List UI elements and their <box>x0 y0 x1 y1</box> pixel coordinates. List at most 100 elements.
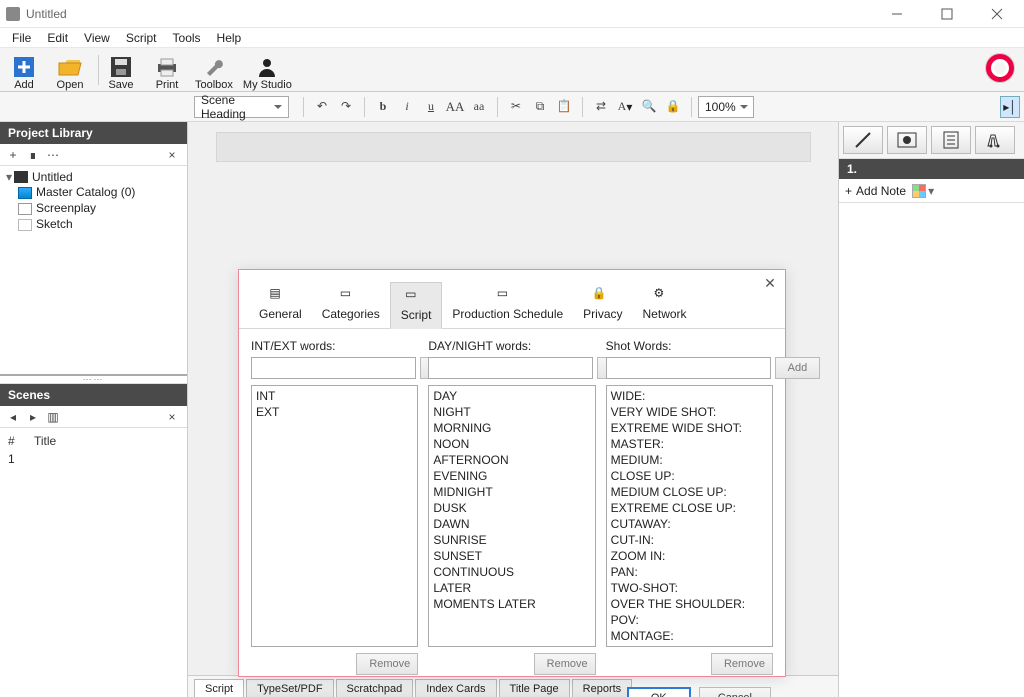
list-item[interactable]: EVENING <box>433 468 590 484</box>
dialog-tab-privacy[interactable]: 🔒Privacy <box>573 282 632 328</box>
list-item[interactable]: LATER <box>433 580 590 596</box>
dual-dialog-button[interactable]: ⇄ <box>589 96 613 118</box>
uppercase-button[interactable]: AA <box>443 96 467 118</box>
window-maximize-button[interactable] <box>930 4 964 24</box>
intext-remove-button[interactable]: Remove <box>356 653 418 675</box>
list-item[interactable]: NIGHT <box>433 404 590 420</box>
dialog-tab-categories[interactable]: ▭Categories <box>312 282 390 328</box>
dialog-tab-schedule[interactable]: ▭Production Schedule <box>442 282 573 328</box>
list-item[interactable]: AFTERNOON <box>433 452 590 468</box>
dialog-tab-script[interactable]: ▭Script <box>390 282 443 329</box>
cancel-button[interactable]: Cancel <box>699 687 771 697</box>
menu-edit[interactable]: Edit <box>39 29 76 47</box>
notes-area[interactable] <box>839 203 1024 697</box>
list-item[interactable]: DUSK <box>433 500 590 516</box>
list-item[interactable]: MONTAGE: <box>611 628 768 644</box>
list-item[interactable]: OVER THE SHOULDER: <box>611 596 768 612</box>
lock-button[interactable]: 🔒 <box>661 96 685 118</box>
tab-script[interactable]: Script <box>194 679 244 697</box>
list-item[interactable]: MEDIUM CLOSE UP: <box>611 484 768 500</box>
window-close-button[interactable] <box>980 4 1014 24</box>
dialog-close-button[interactable]: ✕ <box>761 274 779 292</box>
intext-input[interactable] <box>251 357 416 379</box>
font-size-button[interactable]: A▾ <box>613 96 637 118</box>
window-minimize-button[interactable] <box>880 4 914 24</box>
undo-button[interactable]: ↶ <box>310 96 334 118</box>
list-item[interactable]: INT <box>256 388 413 404</box>
mystudio-button[interactable]: My Studio <box>243 55 292 91</box>
add-note-button[interactable]: Add Note <box>856 184 906 198</box>
lowercase-button[interactable]: aa <box>467 96 491 118</box>
daynight-list[interactable]: DAYNIGHTMORNINGNOONAFTERNOONEVENINGMIDNI… <box>428 385 595 647</box>
media-tab[interactable] <box>887 126 927 154</box>
list-item[interactable]: MIDNIGHT <box>433 484 590 500</box>
notes-tab[interactable] <box>843 126 883 154</box>
menu-script[interactable]: Script <box>118 29 165 47</box>
list-item[interactable]: WIDE: <box>611 388 768 404</box>
help-lifering-icon[interactable] <box>986 54 1014 82</box>
list-item[interactable]: SUNRISE <box>433 532 590 548</box>
scenes-list[interactable]: #Title 1 <box>0 428 187 697</box>
add-button[interactable]: Add <box>6 55 42 91</box>
list-item[interactable]: EXTREME WIDE SHOT: <box>611 420 768 436</box>
project-tree[interactable]: ▾Untitled Master Catalog (0) Screenplay … <box>0 166 187 376</box>
scene-row[interactable]: 1 <box>4 450 183 468</box>
shotwords-add-button[interactable]: Add <box>775 357 821 379</box>
cut-button[interactable]: ✂ <box>504 96 528 118</box>
scenes-next-button[interactable]: ▸ <box>24 408 42 426</box>
breakdown-tab[interactable] <box>931 126 971 154</box>
redo-button[interactable]: ↷ <box>334 96 358 118</box>
menu-file[interactable]: File <box>4 29 39 47</box>
dialog-tab-general[interactable]: ▤General <box>249 282 312 328</box>
shotwords-remove-button[interactable]: Remove <box>711 653 773 675</box>
list-item[interactable]: DAWN <box>433 516 590 532</box>
tree-item[interactable]: Sketch <box>18 216 185 232</box>
list-item[interactable]: NOON <box>433 436 590 452</box>
paste-button[interactable]: 📋 <box>552 96 576 118</box>
paragraph-style-dropdown[interactable]: Scene Heading <box>194 96 289 118</box>
scenes-prev-button[interactable]: ◂ <box>4 408 22 426</box>
list-item[interactable]: CLOSE UP: <box>611 468 768 484</box>
zoom-dropdown[interactable]: 100% <box>698 96 754 118</box>
list-item[interactable]: POV: <box>611 612 768 628</box>
library-add-button[interactable]: + <box>4 146 22 164</box>
save-button[interactable]: Save <box>103 55 139 91</box>
catalog-tab[interactable] <box>975 126 1015 154</box>
menu-view[interactable]: View <box>76 29 118 47</box>
sidebar-toggle-button[interactable]: ▸│ <box>1000 96 1020 118</box>
list-item[interactable]: CUTAWAY: <box>611 516 768 532</box>
list-item[interactable]: EXT <box>256 404 413 420</box>
ok-button[interactable]: OK <box>627 687 691 697</box>
list-item[interactable]: MEDIUM: <box>611 452 768 468</box>
tree-item[interactable]: Screenplay <box>18 200 185 216</box>
list-item[interactable]: TWO-SHOT: <box>611 580 768 596</box>
list-item[interactable]: DAY <box>433 388 590 404</box>
tree-item[interactable]: Master Catalog (0) <box>18 184 185 200</box>
list-item[interactable]: CONTINUOUS <box>433 564 590 580</box>
intext-list[interactable]: INTEXT <box>251 385 418 647</box>
daynight-input[interactable] <box>428 357 593 379</box>
splitter-handle[interactable]: ⋯⋯ <box>0 376 187 384</box>
library-more-button[interactable]: ⋯ <box>44 146 62 164</box>
library-close-button[interactable]: × <box>163 146 181 164</box>
underline-button[interactable]: u <box>419 96 443 118</box>
print-button[interactable]: Print <box>149 55 185 91</box>
toolbox-button[interactable]: Toolbox <box>195 55 233 91</box>
menu-help[interactable]: Help <box>209 29 250 47</box>
find-button[interactable]: 🔍 <box>637 96 661 118</box>
open-button[interactable]: Open <box>52 55 88 91</box>
scenes-close-button[interactable]: × <box>163 408 181 426</box>
italic-button[interactable]: i <box>395 96 419 118</box>
list-item[interactable]: MASTER: <box>611 436 768 452</box>
list-item[interactable]: SUNSET <box>433 548 590 564</box>
note-color-picker[interactable] <box>912 184 926 198</box>
list-item[interactable]: VERY WIDE SHOT: <box>611 404 768 420</box>
list-item[interactable]: CUT-IN: <box>611 532 768 548</box>
menu-tools[interactable]: Tools <box>165 29 209 47</box>
color-dropdown-icon[interactable]: ▾ <box>928 184 934 198</box>
list-item[interactable]: EXTREME CLOSE UP: <box>611 500 768 516</box>
scenes-filter-button[interactable]: ▥ <box>44 408 62 426</box>
list-item[interactable]: PAN: <box>611 564 768 580</box>
list-item[interactable]: ZOOM IN: <box>611 548 768 564</box>
library-folder-button[interactable]: ∎ <box>24 146 42 164</box>
